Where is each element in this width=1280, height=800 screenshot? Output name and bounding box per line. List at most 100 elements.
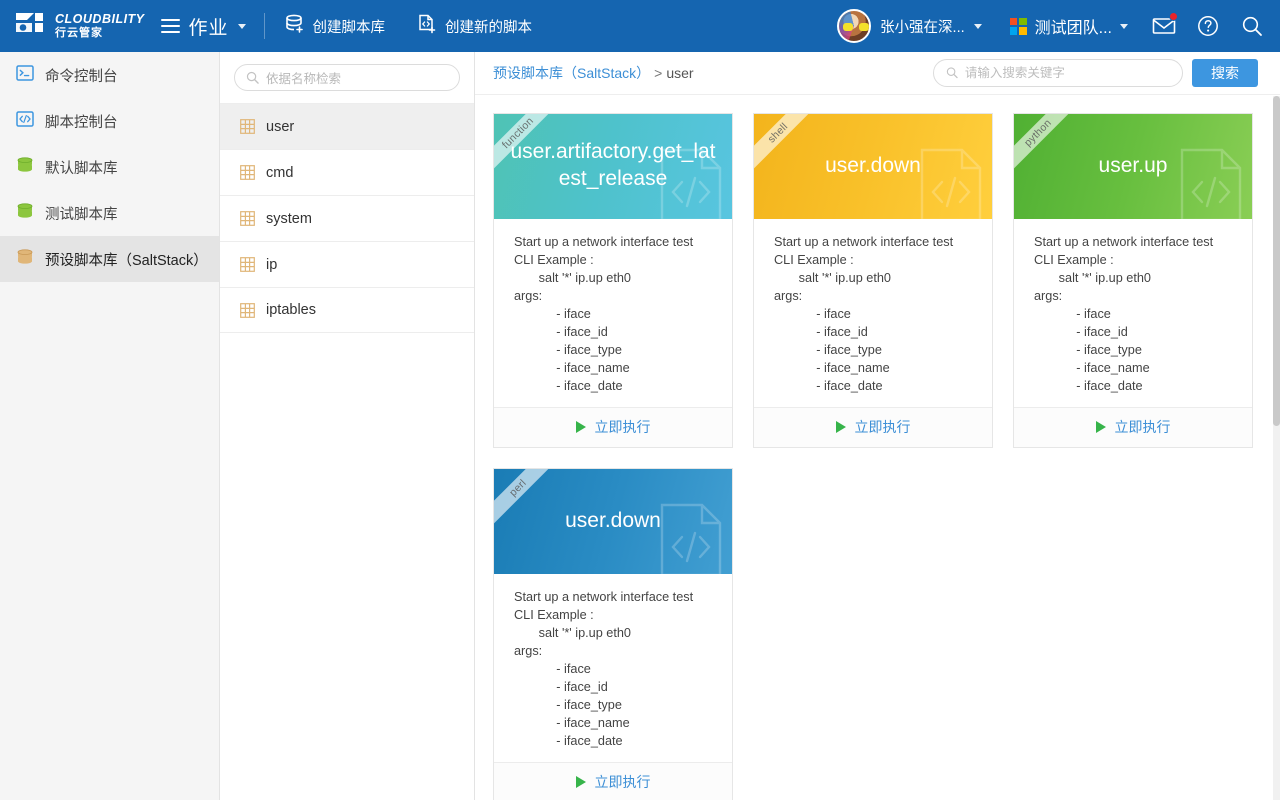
team-name-label: 测试团队... xyxy=(1035,14,1112,38)
sidebar-item-script-console[interactable]: 脚本控制台 xyxy=(0,98,219,144)
help-button[interactable] xyxy=(1186,0,1230,52)
script-card[interactable]: function user.artifactory.get_latest_rel… xyxy=(493,113,733,448)
run-now-button[interactable]: 立即执行 xyxy=(494,407,732,447)
brand-name-en: CLOUDBILITY xyxy=(55,13,145,26)
cloudbility-logo-icon xyxy=(14,11,48,41)
run-now-button[interactable]: 立即执行 xyxy=(1014,407,1252,447)
script-card[interactable]: python user.up Start up a network interf… xyxy=(1013,113,1253,448)
script-card[interactable]: perl user.down Start up a network interf… xyxy=(493,468,733,800)
sidebar-item-preset-library-saltstack[interactable]: 预设脚本库（SaltStack） xyxy=(0,236,219,282)
unread-badge xyxy=(1169,12,1178,21)
card-description: Start up a network interface test CLI Ex… xyxy=(1014,219,1252,407)
play-icon xyxy=(576,421,586,433)
tree-search-wrapper: 依据名称检索 xyxy=(220,52,474,103)
breadcrumb-bar: 预设脚本库（SaltStack）>user 搜索 xyxy=(475,52,1280,95)
card-header: shell user.down xyxy=(754,114,992,219)
card-title: user.down xyxy=(825,153,921,180)
user-menu[interactable]: 张小强在深... xyxy=(823,9,996,43)
job-menu-label: 作业 xyxy=(189,13,229,40)
grid-icon xyxy=(240,303,255,318)
sidebar-label: 默认脚本库 xyxy=(45,157,118,178)
card-title: user.down xyxy=(565,508,661,535)
run-now-label: 立即执行 xyxy=(595,417,651,437)
scrollbar-thumb[interactable] xyxy=(1273,96,1280,426)
chevron-down-icon xyxy=(238,24,246,29)
card-title: user.up xyxy=(1099,153,1168,180)
card-description: Start up a network interface test CLI Ex… xyxy=(754,219,992,407)
run-now-button[interactable]: 立即执行 xyxy=(754,407,992,447)
breadcrumb: 预设脚本库（SaltStack）>user xyxy=(493,63,694,83)
main-content: 预设脚本库（SaltStack）>user 搜索 function xyxy=(475,52,1280,800)
card-type-ribbon: perl xyxy=(494,469,563,533)
card-description: Start up a network interface test CLI Ex… xyxy=(494,574,732,762)
run-now-label: 立即执行 xyxy=(595,772,651,792)
tree-item-label: user xyxy=(266,119,294,135)
sidebar-item-command-console[interactable]: 命令控制台 xyxy=(0,52,219,98)
sidebar-label: 命令控制台 xyxy=(45,65,118,86)
content-search: 搜索 xyxy=(933,59,1258,87)
sidebar-label: 脚本控制台 xyxy=(45,111,118,132)
database-plus-icon xyxy=(285,14,305,38)
grid-icon xyxy=(240,211,255,226)
avatar xyxy=(837,9,871,43)
top-header-bar: CLOUDBILITY 行云管家 作业 创建脚本库 xyxy=(0,0,1280,52)
tree-item-cmd[interactable]: cmd xyxy=(220,149,474,195)
create-script-library-button[interactable]: 创建脚本库 xyxy=(269,0,402,52)
brand-name-cn: 行云管家 xyxy=(55,28,145,39)
search-button[interactable]: 搜索 xyxy=(1192,59,1258,87)
database-tan-icon xyxy=(16,249,34,270)
chevron-down-icon xyxy=(974,24,982,29)
tree-search-input[interactable]: 依据名称检索 xyxy=(234,64,460,91)
help-circle-icon xyxy=(1197,15,1219,37)
card-description: Start up a network interface test CLI Ex… xyxy=(494,219,732,407)
search-icon xyxy=(246,71,259,84)
messages-button[interactable] xyxy=(1142,0,1186,52)
tree-item-label: system xyxy=(266,211,312,227)
left-sidebar: 命令控制台 脚本控制台 默认脚本库 xyxy=(0,52,220,800)
grid-icon xyxy=(240,165,255,180)
tree-item-user[interactable]: user xyxy=(220,103,474,149)
code-window-icon xyxy=(16,111,34,131)
sidebar-item-test-library[interactable]: 测试脚本库 xyxy=(0,190,219,236)
sidebar-label: 测试脚本库 xyxy=(45,203,118,224)
terminal-icon xyxy=(16,65,34,85)
play-icon xyxy=(1096,421,1106,433)
keyword-search-field[interactable] xyxy=(933,59,1183,87)
script-card-grid: function user.artifactory.get_latest_rel… xyxy=(475,95,1280,800)
breadcrumb-separator: > xyxy=(654,65,662,81)
tree-item-label: cmd xyxy=(266,165,293,181)
card-type-ribbon: shell xyxy=(754,114,823,178)
code-file-watermark-icon xyxy=(656,501,726,574)
sidebar-label: 预设脚本库（SaltStack） xyxy=(45,249,203,270)
tree-search-placeholder: 依据名称检索 xyxy=(266,68,341,87)
breadcrumb-root-link[interactable]: 预设脚本库（SaltStack） xyxy=(493,65,650,81)
card-header: function user.artifactory.get_latest_rel… xyxy=(494,114,732,219)
card-header: python user.up xyxy=(1014,114,1252,219)
tree-item-iptables[interactable]: iptables xyxy=(220,287,474,333)
job-menu[interactable]: 作业 xyxy=(155,13,260,40)
tree-item-system[interactable]: system xyxy=(220,195,474,241)
search-icon xyxy=(1241,15,1263,37)
script-card[interactable]: shell user.down Start up a network inter… xyxy=(753,113,993,448)
category-tree-panel: 依据名称检索 user cmd xyxy=(220,52,475,800)
content-scrollbar[interactable] xyxy=(1273,96,1280,800)
brand-logo[interactable]: CLOUDBILITY 行云管家 xyxy=(0,11,155,41)
card-title: user.artifactory.get_latest_release xyxy=(508,139,718,193)
search-input[interactable] xyxy=(965,66,1170,80)
windows-tiles-icon xyxy=(1010,18,1027,35)
global-search-button[interactable] xyxy=(1230,0,1274,52)
code-file-watermark-icon xyxy=(916,146,986,219)
tree-item-ip[interactable]: ip xyxy=(220,241,474,287)
database-green-icon xyxy=(16,203,34,224)
sidebar-item-default-library[interactable]: 默认脚本库 xyxy=(0,144,219,190)
breadcrumb-current: user xyxy=(666,65,693,81)
code-file-watermark-icon xyxy=(1176,146,1246,219)
create-new-script-button[interactable]: 创建新的脚本 xyxy=(401,0,548,52)
tree-item-label: ip xyxy=(266,257,277,273)
header-divider xyxy=(264,13,265,39)
page-body: 命令控制台 脚本控制台 默认脚本库 xyxy=(0,52,1280,800)
team-selector[interactable]: 测试团队... xyxy=(996,14,1142,38)
run-now-button[interactable]: 立即执行 xyxy=(494,762,732,800)
database-green-icon xyxy=(16,157,34,178)
create-new-script-label: 创建新的脚本 xyxy=(445,16,532,37)
